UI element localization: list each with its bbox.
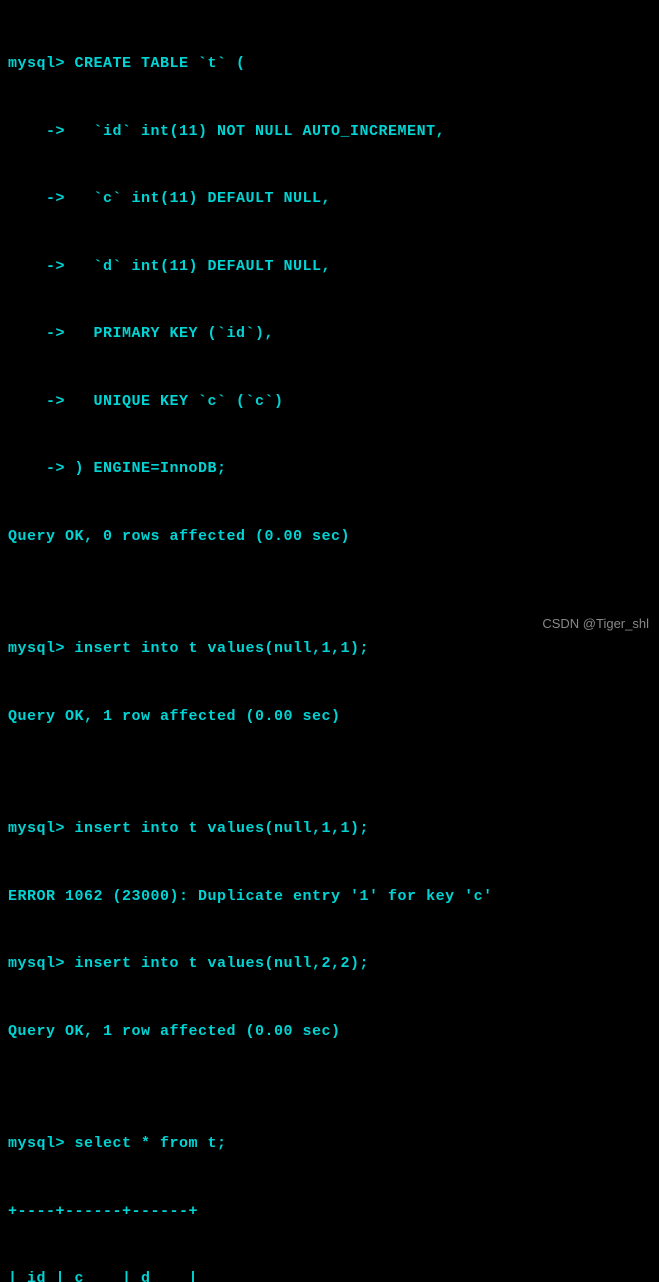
terminal-line: -> ) ENGINE=InnoDB;: [8, 458, 651, 481]
terminal-line: mysql> CREATE TABLE `t` (: [8, 53, 651, 76]
terminal-line: | id | c | d |: [8, 1268, 651, 1282]
terminal-line: +----+------+------+: [8, 1201, 651, 1224]
watermark-text: CSDN @Tiger_shl: [542, 614, 649, 634]
terminal-line: mysql> insert into t values(null,1,1);: [8, 638, 651, 661]
terminal-line: Query OK, 0 rows affected (0.00 sec): [8, 526, 651, 549]
terminal-line: ERROR 1062 (23000): Duplicate entry '1' …: [8, 886, 651, 909]
terminal-output: mysql> CREATE TABLE `t` ( -> `id` int(11…: [8, 8, 651, 1282]
terminal-line: -> `id` int(11) NOT NULL AUTO_INCREMENT,: [8, 121, 651, 144]
terminal-line: mysql> insert into t values(null,2,2);: [8, 953, 651, 976]
terminal-line: -> `c` int(11) DEFAULT NULL,: [8, 188, 651, 211]
terminal-line: Query OK, 1 row affected (0.00 sec): [8, 1021, 651, 1044]
terminal-line: -> UNIQUE KEY `c` (`c`): [8, 391, 651, 414]
terminal-line: Query OK, 1 row affected (0.00 sec): [8, 706, 651, 729]
terminal-line: -> `d` int(11) DEFAULT NULL,: [8, 256, 651, 279]
terminal-line: mysql> select * from t;: [8, 1133, 651, 1156]
terminal-line: mysql> insert into t values(null,1,1);: [8, 818, 651, 841]
terminal-line: -> PRIMARY KEY (`id`),: [8, 323, 651, 346]
